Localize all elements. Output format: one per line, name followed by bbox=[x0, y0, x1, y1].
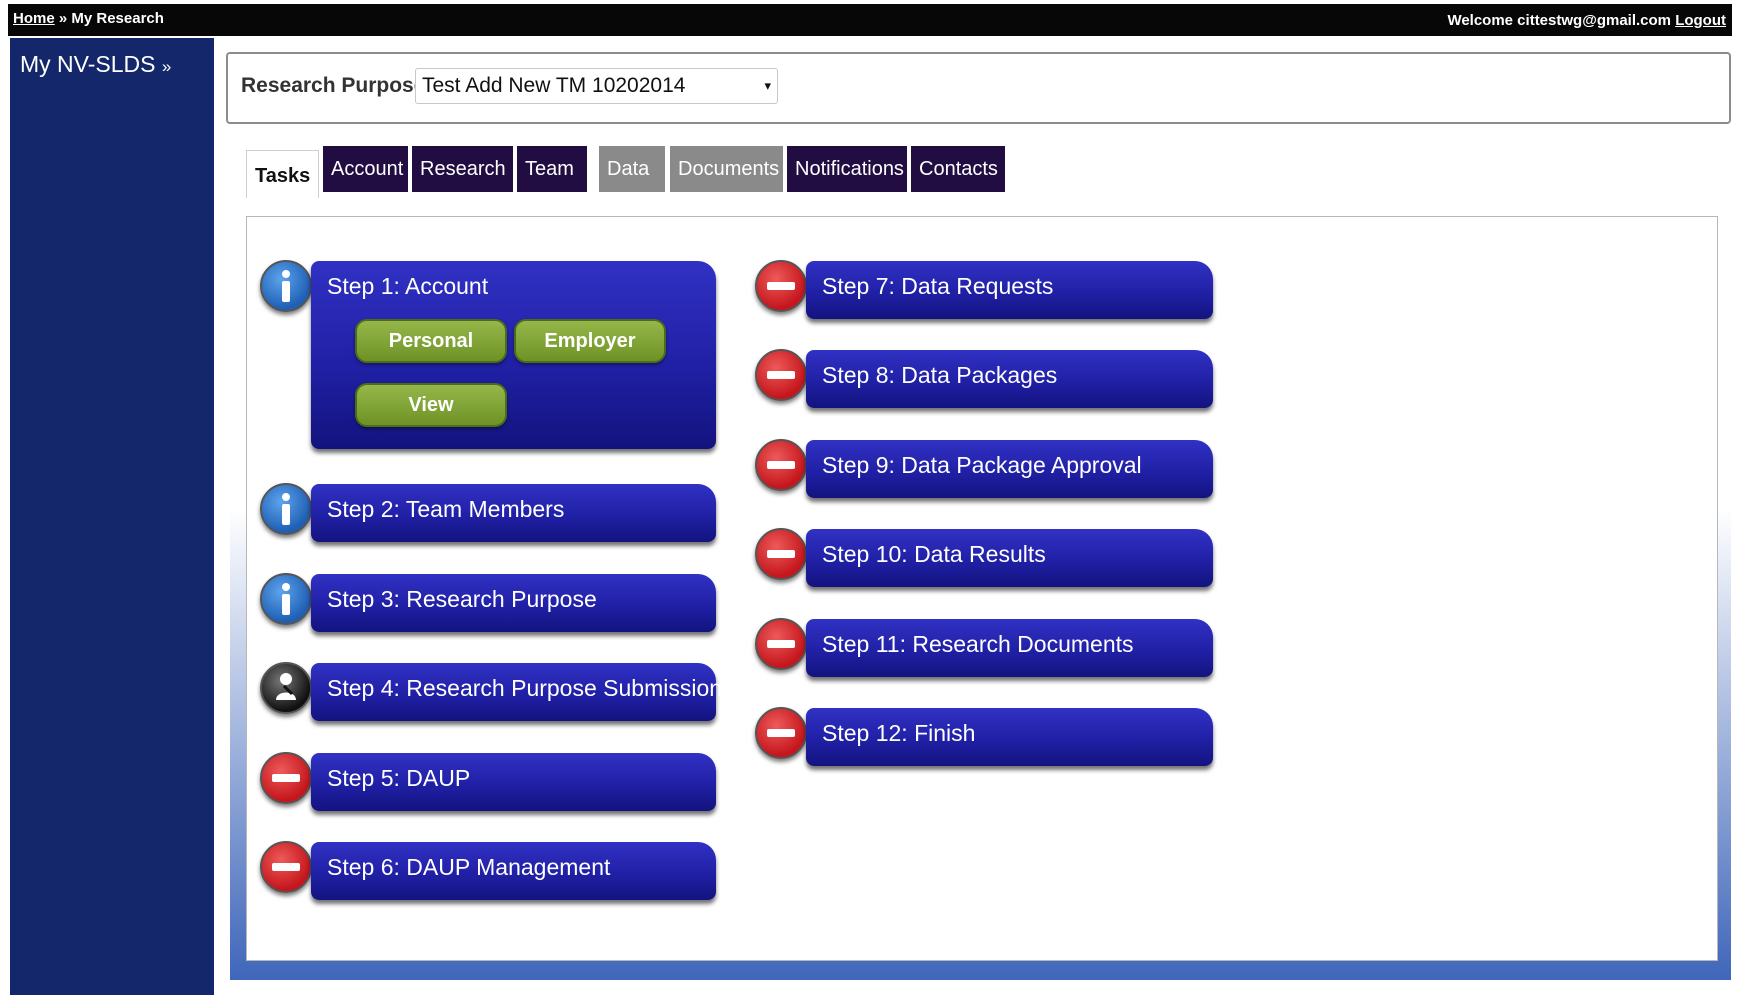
step-12-finish: Step 12: Finish bbox=[806, 708, 1213, 766]
sidebar-title-arrow: » bbox=[161, 57, 172, 76]
info-icon bbox=[260, 260, 312, 312]
research-purpose-select[interactable]: Test Add New TM 10202014 ▾ bbox=[415, 68, 778, 104]
tab-data: Data bbox=[599, 146, 665, 192]
sidebar: My NV-SLDS » bbox=[10, 38, 214, 995]
breadcrumb-home-link[interactable]: Home bbox=[13, 10, 55, 27]
step-11-label: Step 11: Research Documents bbox=[822, 631, 1134, 657]
step-1-label: Step 1: Account bbox=[327, 273, 489, 299]
step-6-label: Step 6: DAUP Management bbox=[327, 854, 611, 880]
step-5-label: Step 5: DAUP bbox=[327, 765, 471, 791]
tab-research[interactable]: Research bbox=[412, 146, 513, 192]
step-4-research-purpose-submission[interactable]: Step 4: Research Purpose Submission bbox=[311, 663, 722, 721]
blocked-icon bbox=[260, 841, 312, 893]
step-9-label: Step 9: Data Package Approval bbox=[822, 452, 1142, 478]
tab-tasks[interactable]: Tasks bbox=[246, 150, 319, 198]
step-8-label: Step 8: Data Packages bbox=[822, 362, 1058, 388]
research-purpose-label: Research Purpose: bbox=[241, 74, 433, 97]
blocked-icon bbox=[755, 618, 807, 670]
dropdown-caret-icon: ▾ bbox=[764, 78, 771, 93]
step-8-data-packages: Step 8: Data Packages bbox=[806, 350, 1213, 408]
sidebar-title[interactable]: My NV-SLDS » bbox=[20, 51, 171, 78]
tab-contacts[interactable]: Contacts bbox=[911, 146, 1005, 192]
view-button[interactable]: View bbox=[355, 383, 507, 427]
welcome-area: Welcome cittestwg@gmail.com Logout bbox=[1447, 12, 1726, 29]
breadcrumb-current: My Research bbox=[71, 10, 164, 27]
breadcrumb-separator: » bbox=[58, 10, 68, 27]
step-9-data-package-approval: Step 9: Data Package Approval bbox=[806, 440, 1213, 498]
step-3-research-purpose[interactable]: Step 3: Research Purpose bbox=[311, 574, 716, 632]
step-6-daup-management: Step 6: DAUP Management bbox=[311, 842, 716, 900]
blocked-icon bbox=[755, 260, 807, 312]
sidebar-title-text: My NV-SLDS bbox=[20, 51, 156, 77]
step-10-label: Step 10: Data Results bbox=[822, 541, 1046, 567]
step-7-label: Step 7: Data Requests bbox=[822, 273, 1054, 299]
breadcrumb: Home » My Research bbox=[13, 10, 164, 27]
tasks-panel: Step 1: Account Personal Employer View S… bbox=[246, 216, 1718, 961]
blocked-icon bbox=[755, 707, 807, 759]
info-icon bbox=[260, 573, 312, 625]
step-3-label: Step 3: Research Purpose bbox=[327, 586, 597, 612]
personal-button[interactable]: Personal bbox=[355, 319, 507, 363]
tab-documents: Documents bbox=[670, 146, 783, 192]
logout-link[interactable]: Logout bbox=[1675, 12, 1726, 29]
blocked-icon bbox=[260, 752, 312, 804]
blocked-icon bbox=[755, 349, 807, 401]
blocked-icon bbox=[755, 439, 807, 491]
research-purpose-panel: Research Purpose: Test Add New TM 102020… bbox=[226, 52, 1731, 124]
info-icon bbox=[260, 483, 312, 535]
tab-team[interactable]: Team bbox=[517, 146, 587, 192]
employer-button[interactable]: Employer bbox=[514, 319, 666, 363]
step-2-team-members[interactable]: Step 2: Team Members bbox=[311, 484, 716, 542]
welcome-text: Welcome cittestwg@gmail.com bbox=[1447, 12, 1672, 29]
top-bar: Home » My Research Welcome cittestwg@gma… bbox=[8, 4, 1732, 36]
step-7-data-requests: Step 7: Data Requests bbox=[806, 261, 1213, 319]
step-12-label: Step 12: Finish bbox=[822, 720, 976, 746]
step-11-research-documents: Step 11: Research Documents bbox=[806, 619, 1213, 677]
tab-account[interactable]: Account bbox=[323, 146, 408, 192]
step-2-label: Step 2: Team Members bbox=[327, 496, 565, 522]
submit-icon bbox=[260, 662, 312, 714]
step-4-label: Step 4: Research Purpose Submission bbox=[327, 675, 723, 701]
step-1-account: Step 1: Account Personal Employer View bbox=[311, 261, 716, 449]
research-purpose-selected-value: Test Add New TM 10202014 bbox=[422, 74, 686, 97]
step-10-data-results: Step 10: Data Results bbox=[806, 529, 1213, 587]
tab-notifications[interactable]: Notifications bbox=[787, 146, 907, 192]
blocked-icon bbox=[755, 528, 807, 580]
step-5-daup: Step 5: DAUP bbox=[311, 753, 716, 811]
